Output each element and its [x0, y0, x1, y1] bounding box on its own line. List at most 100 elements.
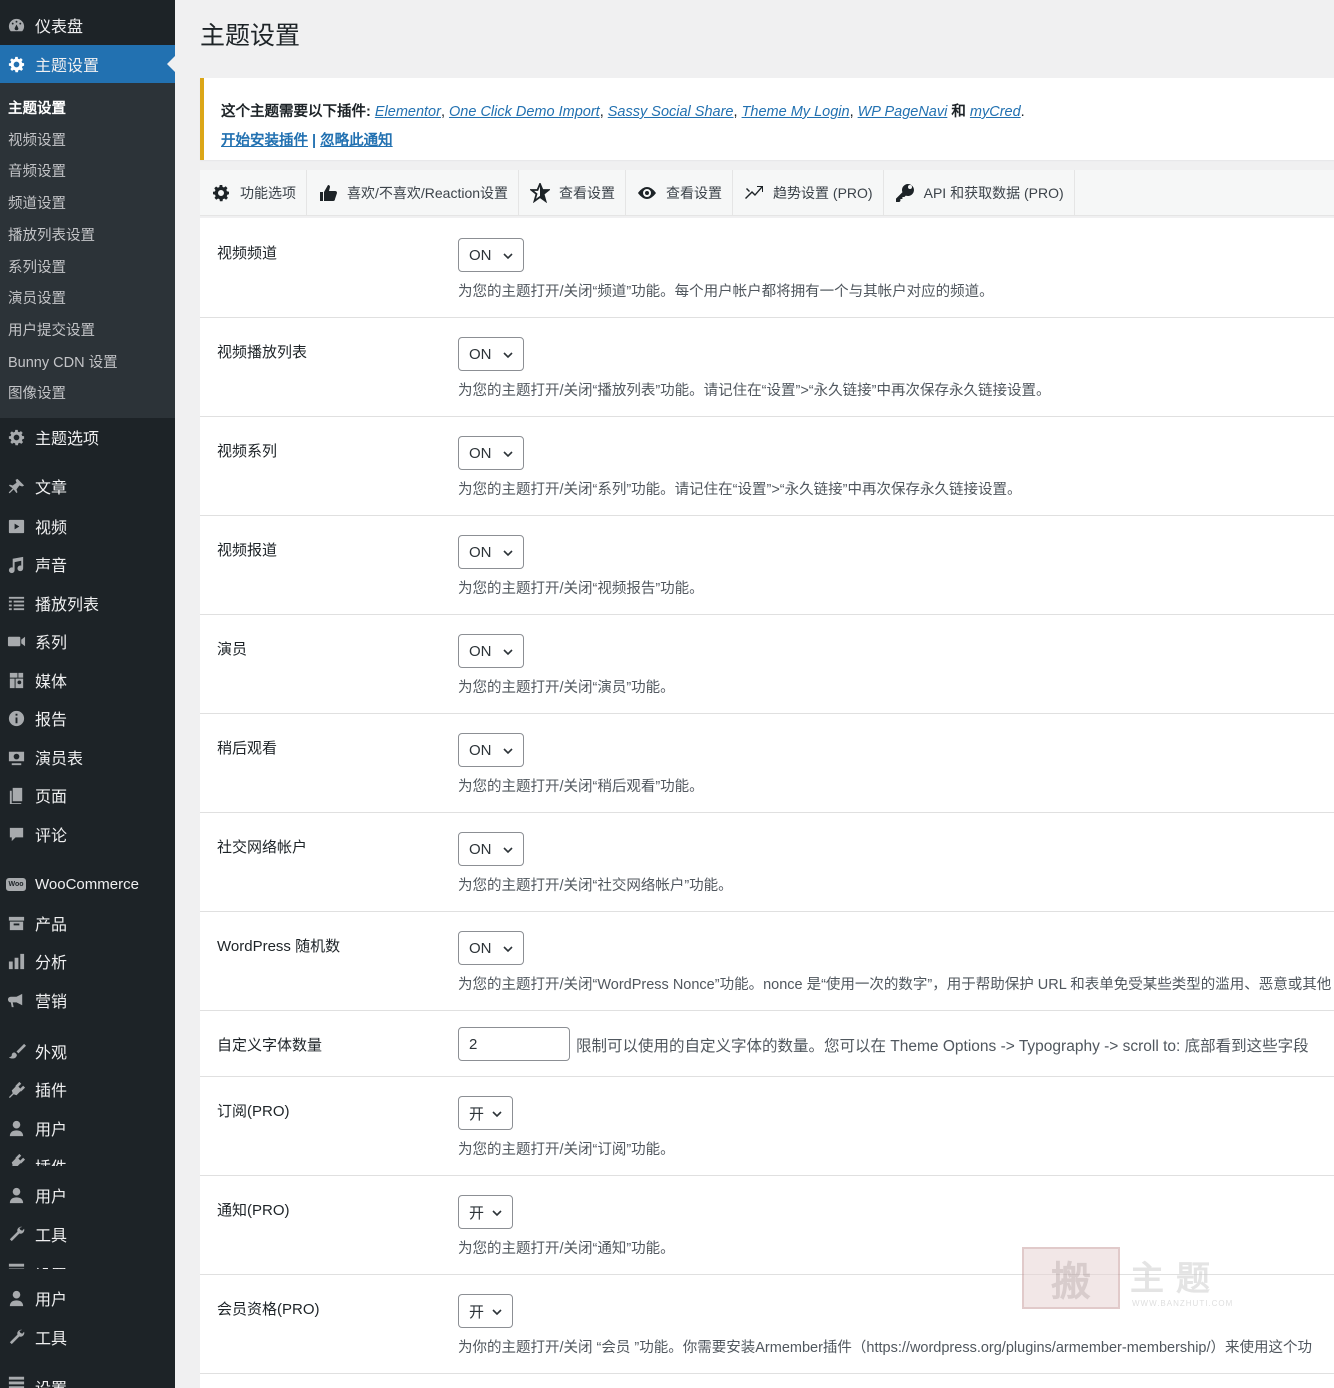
- menu-settings-partial[interactable]: 设置: [0, 1255, 175, 1269]
- menu-products[interactable]: 产品: [0, 904, 175, 942]
- menu-tools[interactable]: 工具: [0, 1215, 175, 1253]
- select-value: ON: [469, 246, 492, 264]
- submenu-theme-settings[interactable]: 主题设置: [8, 97, 66, 118]
- menu-label: 插件: [35, 1154, 67, 1166]
- star-icon: [529, 182, 551, 204]
- setting-label: 视频频道: [217, 245, 278, 262]
- settings-tabs: 功能选项 喜欢/不喜欢/Reaction设置 查看设置 查看设置 趋势设置 (P…: [200, 170, 1334, 216]
- tab-likes[interactable]: 喜欢/不喜欢/Reaction设置: [307, 170, 520, 215]
- setting-label: 视频播放列表: [217, 344, 308, 361]
- menu-videos[interactable]: 视频: [0, 507, 175, 545]
- menu-plugins-partial[interactable]: 插件: [0, 1146, 175, 1166]
- menu-analytics[interactable]: 分析: [0, 942, 175, 980]
- submenu-bunny-cdn-settings[interactable]: Bunny CDN 设置: [8, 351, 118, 372]
- submenu-audio-settings[interactable]: 音频设置: [8, 160, 66, 181]
- menu-users[interactable]: 用户: [0, 1279, 175, 1317]
- nonce-toggle-select[interactable]: ON: [458, 931, 524, 965]
- menu-audio[interactable]: 声音: [0, 545, 175, 583]
- menu-marketing[interactable]: 营销: [0, 981, 175, 1019]
- menu-tools[interactable]: 工具: [0, 1318, 175, 1356]
- setting-description: 为您的主题打开/关闭“通知”功能。: [458, 1241, 675, 1257]
- menu-appearance[interactable]: 外观: [0, 1032, 175, 1070]
- series-toggle-select[interactable]: ON: [458, 436, 524, 470]
- submenu-series-settings[interactable]: 系列设置: [8, 256, 66, 277]
- menu-cast[interactable]: 演员表: [0, 738, 175, 776]
- tab-api[interactable]: API 和获取数据 (PRO): [884, 170, 1075, 215]
- plugin-link-sassy[interactable]: Sassy Social Share: [608, 104, 734, 120]
- watermark-mark: 搬: [1022, 1247, 1120, 1309]
- channel-toggle-select[interactable]: ON: [458, 238, 524, 272]
- tab-label: 趋势设置 (PRO): [773, 184, 873, 201]
- menu-theme-settings-label: 主题设置: [35, 58, 100, 75]
- watermark-url: WWW.BANZHUTI.COM: [1132, 1299, 1234, 1308]
- menu-posts[interactable]: 文章: [0, 467, 175, 505]
- social-accounts-toggle-select[interactable]: ON: [458, 832, 524, 866]
- tab-review[interactable]: 查看设置: [519, 170, 627, 215]
- chevron-down-icon: [502, 645, 514, 657]
- menu-woocommerce[interactable]: Woo WooCommerce: [0, 865, 175, 903]
- plugin-link-pagenavi[interactable]: WP PageNavi: [858, 104, 948, 120]
- video-report-toggle-select[interactable]: ON: [458, 535, 524, 569]
- watch-later-toggle-select[interactable]: ON: [458, 733, 524, 767]
- select-value: ON: [469, 642, 492, 660]
- menu-pages[interactable]: 页面: [0, 776, 175, 814]
- plugin-link-elementor[interactable]: Elementor: [375, 104, 441, 120]
- menu-plugins[interactable]: 插件: [0, 1070, 175, 1108]
- select-value: ON: [469, 741, 492, 759]
- setting-label: WordPress 随机数: [217, 938, 341, 955]
- dashboard-icon: [6, 15, 26, 35]
- tab-views[interactable]: 查看设置: [626, 170, 734, 215]
- menu-dashboard[interactable]: 仪表盘: [0, 6, 175, 44]
- font-count-input[interactable]: 2: [458, 1027, 570, 1061]
- tab-label: 喜欢/不喜欢/Reaction设置: [347, 184, 509, 201]
- submenu-image-settings[interactable]: 图像设置: [8, 382, 66, 403]
- submenu-channel-settings[interactable]: 频道设置: [8, 192, 66, 213]
- menu-media[interactable]: 媒体: [0, 661, 175, 699]
- membership-toggle-select[interactable]: 开: [458, 1294, 513, 1328]
- setting-row: 视频系列 ON 为您的主题打开/关闭“系列”功能。请记住在“设置”>“永久链接”…: [200, 417, 1334, 516]
- menu-label: 主题选项: [35, 431, 100, 448]
- install-plugins-link[interactable]: 开始安装插件: [221, 133, 308, 149]
- notification-toggle-select[interactable]: 开: [458, 1195, 513, 1229]
- setting-label: 订阅(PRO): [217, 1103, 290, 1120]
- gear-icon: [6, 54, 26, 74]
- setting-description: 为您的主题打开/关闭“订阅”功能。: [458, 1142, 675, 1158]
- menu-theme-settings[interactable]: 主题设置: [0, 45, 175, 83]
- chevron-down-icon: [502, 843, 514, 855]
- tab-features[interactable]: 功能选项: [200, 170, 307, 215]
- menu-users[interactable]: 用户: [0, 1109, 175, 1147]
- menu-settings-partial[interactable]: 设置: [0, 1362, 175, 1388]
- menu-reports[interactable]: 报告: [0, 699, 175, 737]
- menu-series[interactable]: 系列: [0, 622, 175, 660]
- menu-users[interactable]: 用户: [0, 1176, 175, 1214]
- gear-icon: [210, 182, 232, 204]
- chevron-down-icon: [502, 348, 514, 360]
- wrench-icon: [6, 1224, 26, 1244]
- plugin-link-ocdi[interactable]: One Click Demo Import: [449, 104, 600, 120]
- menu-comments[interactable]: 评论: [0, 815, 175, 853]
- submenu-video-settings[interactable]: 视频设置: [8, 129, 66, 150]
- tab-label: 功能选项: [240, 184, 296, 201]
- submenu-actor-settings[interactable]: 演员设置: [8, 287, 66, 308]
- menu-label: 设置: [35, 1262, 67, 1269]
- plugin-link-mycred[interactable]: myCred: [970, 104, 1021, 120]
- actor-toggle-select[interactable]: ON: [458, 634, 524, 668]
- select-value: ON: [469, 840, 492, 858]
- plugin-link-tml[interactable]: Theme My Login: [742, 104, 850, 120]
- tab-trending[interactable]: 趋势设置 (PRO): [733, 170, 884, 215]
- settings-icon: [6, 1259, 26, 1269]
- menu-theme-options[interactable]: 主题选项: [0, 418, 175, 456]
- submenu-user-submit-settings[interactable]: 用户提交设置: [8, 319, 95, 340]
- menu-playlists[interactable]: 播放列表: [0, 584, 175, 622]
- setting-label: 通知(PRO): [217, 1202, 290, 1219]
- eye-icon: [636, 182, 658, 204]
- playlist-toggle-select[interactable]: ON: [458, 337, 524, 371]
- info-icon: [6, 708, 26, 728]
- chevron-down-icon: [502, 249, 514, 261]
- menu-label: 用户: [35, 1122, 68, 1139]
- menu-label: 文章: [35, 480, 68, 497]
- woo-icon: Woo: [6, 874, 26, 894]
- subscription-toggle-select[interactable]: 开: [458, 1096, 513, 1130]
- dismiss-notice-link[interactable]: 忽略此通知: [320, 133, 393, 149]
- submenu-playlist-settings[interactable]: 播放列表设置: [8, 224, 95, 245]
